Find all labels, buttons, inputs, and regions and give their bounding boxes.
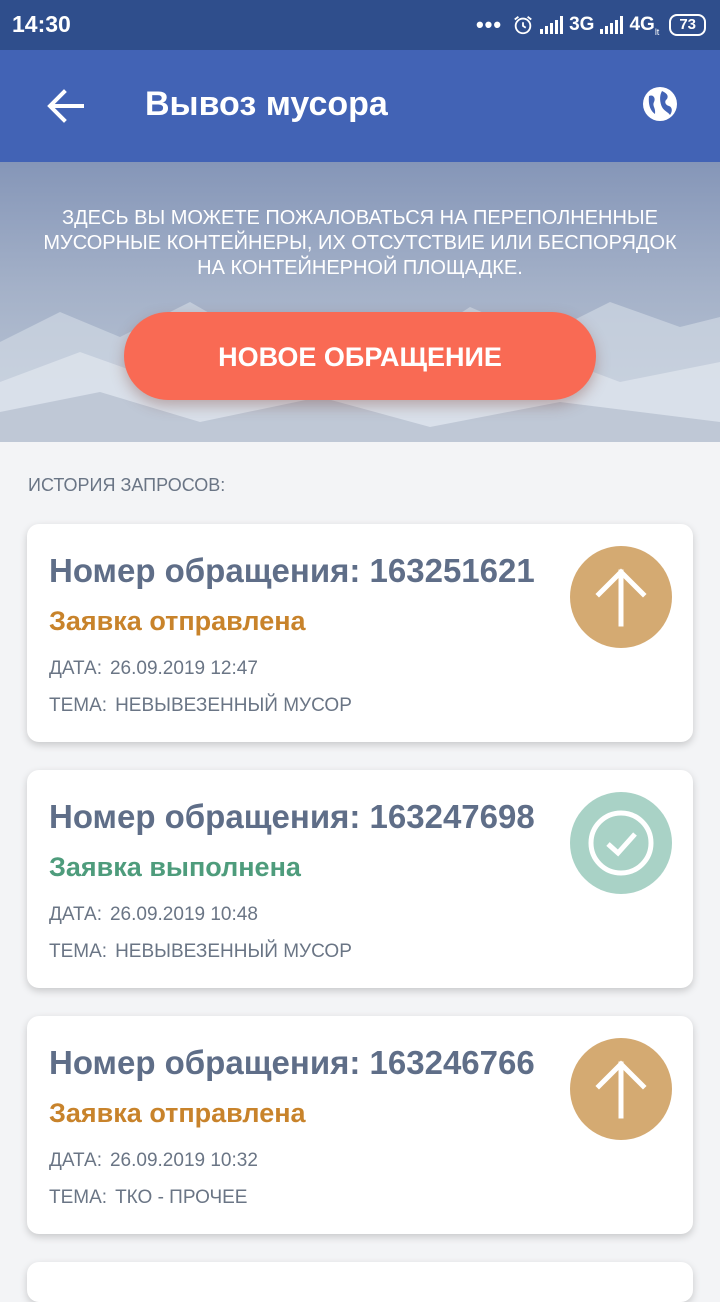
status-icons: ••• 3G 4Glt 73	[476, 10, 706, 40]
network-4g-text: 4G	[629, 13, 655, 35]
topic-value: ТКО - ПРОЧЕЕ	[115, 1187, 248, 1208]
date-value: 26.09.2019 12:47	[109, 658, 258, 679]
signal-bars-icon	[540, 16, 564, 34]
status-time: 14:30	[12, 11, 71, 37]
topic-value: НЕВЫВЕЗЕННЫЙ МУСОР	[115, 695, 352, 716]
status-bar: 14:30 ••• 3G 4Glt 73	[0, 0, 720, 50]
battery-indicator: 73	[669, 14, 706, 36]
request-date-row: ДАТА: 26.09.2019 12:47	[49, 658, 258, 680]
request-card[interactable]: Номер обращения: 163251621 Заявка отправ…	[27, 524, 693, 742]
topic-label: ТЕМА:	[49, 695, 108, 716]
topic-label: ТЕМА:	[49, 941, 108, 962]
app-bar: Вывоз мусора	[0, 50, 720, 162]
history-title: ИСТОРИЯ ЗАПРОСОВ:	[28, 475, 226, 495]
new-request-button[interactable]: НОВОЕ ОБРАЩЕНИЕ	[124, 312, 596, 400]
notification-dots: •••	[475, 12, 503, 37]
hero-banner: Здесь вы можете пожаловаться на переполн…	[0, 162, 720, 442]
network-4g-label: 4Glt	[629, 14, 659, 37]
request-date-row: ДАТА: 26.09.2019 10:48	[49, 904, 258, 926]
network-lte-sub: lt	[654, 26, 660, 37]
hero-description: Здесь вы можете пожаловаться на переполн…	[43, 207, 677, 279]
date-label: ДАТА:	[49, 904, 102, 925]
request-number: Номер обращения: 163251621	[49, 552, 535, 589]
globe-icon[interactable]	[640, 84, 680, 124]
arrow-up-icon	[570, 546, 672, 648]
topic-label: ТЕМА:	[49, 1187, 108, 1208]
arrow-left-icon[interactable]	[40, 80, 92, 132]
request-number: Номер обращения: 163246766	[49, 1044, 535, 1081]
request-number: Номер обращения: 163247698	[49, 798, 535, 835]
request-card[interactable]: Номер обращения: 163246766 Заявка отправ…	[27, 1016, 693, 1234]
date-label: ДАТА:	[49, 1150, 102, 1171]
alarm-clock-icon	[514, 16, 532, 35]
request-status: Заявка отправлена	[49, 1098, 306, 1128]
request-topic-row: ТЕМА: ТКО - ПРОЧЕЕ	[49, 1187, 247, 1209]
request-card[interactable]	[27, 1262, 693, 1302]
topic-value: НЕВЫВЕЗЕННЫЙ МУСОР	[115, 941, 352, 962]
signal-bars-icon	[600, 16, 624, 34]
page-title: Вывоз мусора	[145, 85, 388, 123]
date-value: 26.09.2019 10:32	[109, 1150, 258, 1171]
date-label: ДАТА:	[49, 658, 102, 679]
request-status: Заявка отправлена	[49, 606, 306, 636]
request-topic-row: ТЕМА: НЕВЫВЕЗЕННЫЙ МУСОР	[49, 695, 352, 717]
request-date-row: ДАТА: 26.09.2019 10:32	[49, 1150, 258, 1172]
request-topic-row: ТЕМА: НЕВЫВЕЗЕННЫЙ МУСОР	[49, 941, 352, 963]
network-3g-label: 3G	[569, 14, 595, 35]
arrow-up-icon	[570, 1038, 672, 1140]
check-circle-icon	[570, 792, 672, 894]
date-value: 26.09.2019 10:48	[109, 904, 258, 925]
request-status: Заявка выполнена	[49, 852, 301, 882]
request-card[interactable]: Номер обращения: 163247698 Заявка выполн…	[27, 770, 693, 988]
